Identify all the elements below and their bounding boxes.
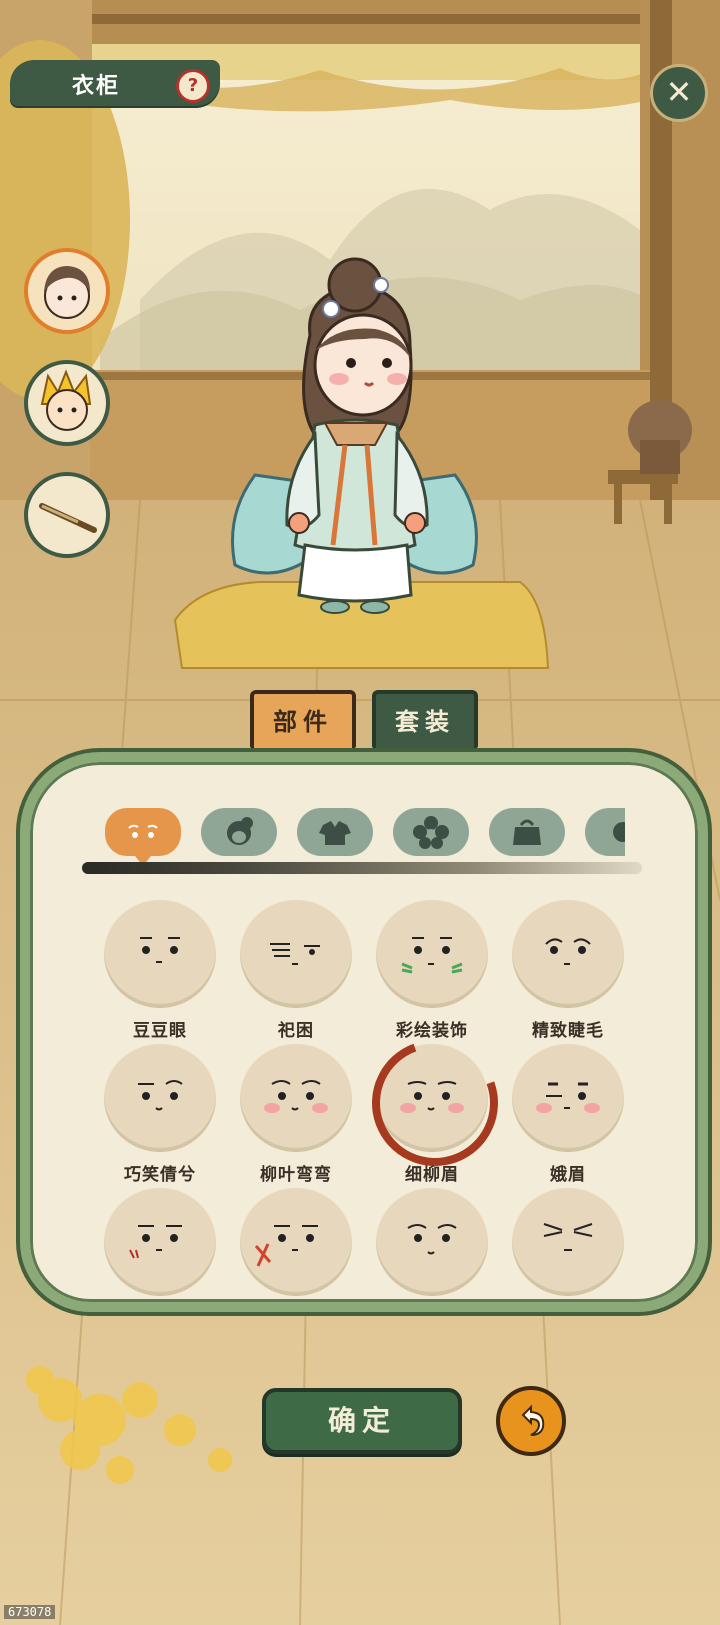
sword-icon (39, 503, 97, 533)
smiling-eyes-icon (138, 1080, 183, 1111)
item-face (512, 1044, 624, 1152)
item-1[interactable]: 祀困 (236, 900, 356, 1050)
page-title: 衣柜 (72, 73, 121, 99)
item-4[interactable]: 巧笑倩兮 (100, 1044, 220, 1194)
item-face (240, 900, 352, 1008)
monkey-king-portrait-icon (40, 369, 92, 431)
item-label: 祀困 (278, 1021, 314, 1041)
scar-cross-icon (254, 1225, 318, 1267)
item-label: 精致睫毛 (532, 1021, 604, 1041)
hairstyle-category-icon (227, 817, 253, 845)
category-divider (82, 862, 642, 874)
item-label: 娥眉 (550, 1165, 586, 1185)
fine-eyelashes-icon (545, 938, 591, 965)
moth-brows-icon (536, 1082, 600, 1113)
character-portrait (231, 257, 478, 614)
item-face (104, 1188, 216, 1296)
item-8[interactable] (100, 1188, 220, 1338)
sleepy-eyes-icon (270, 943, 320, 965)
weapon-slot[interactable] (24, 472, 110, 558)
category-tab-more[interactable] (585, 808, 625, 856)
item-face (240, 1188, 352, 1296)
undo-button[interactable] (496, 1386, 566, 1456)
squint-eyes-icon (543, 1223, 593, 1251)
tab-parts[interactable]: 部件 (250, 690, 356, 748)
category-tab-bag[interactable] (489, 808, 565, 856)
item-label: 彩绘装饰 (396, 1021, 468, 1041)
bag-category-icon (513, 819, 541, 845)
category-tab-row (105, 808, 625, 864)
tab-outfits[interactable]: 套装 (372, 690, 478, 748)
item-2[interactable]: 彩绘装饰 (372, 900, 492, 1050)
item-11[interactable] (508, 1188, 628, 1338)
game-scene: 衣柜 ? ✕ 部件 套装 豆豆眼 祀困 彩绘装饰 精致睫毛 巧笑倩兮 柳叶弯弯 … (0, 0, 720, 1625)
character-avatar-girl[interactable] (24, 248, 110, 334)
confirm-button[interactable]: 确定 (262, 1388, 462, 1454)
item-face (376, 1188, 488, 1296)
item-face (104, 1044, 216, 1152)
item-0[interactable]: 豆豆眼 (100, 900, 220, 1050)
item-5[interactable]: 柳叶弯弯 (236, 1044, 356, 1194)
girl-portrait-icon (44, 266, 90, 319)
more-category-icon (613, 822, 625, 842)
category-tab-clothes[interactable] (297, 808, 373, 856)
item-face (376, 900, 488, 1008)
item-7[interactable]: 娥眉 (508, 1044, 628, 1194)
item-label: 柳叶弯弯 (260, 1165, 332, 1185)
item-10[interactable] (372, 1188, 492, 1338)
item-label: 细柳眉 (405, 1165, 459, 1185)
item-9[interactable] (236, 1188, 356, 1338)
category-tab-accessory[interactable] (393, 808, 469, 856)
flower-accessory-category-icon (413, 816, 449, 849)
eyes-category-icon (128, 824, 158, 838)
item-6[interactable]: 细柳眉 (351, 1019, 519, 1194)
willow-leaf-eyes-icon (264, 1080, 328, 1113)
tired-eyes-icon (129, 1225, 182, 1259)
almond-eyes-icon (407, 1224, 457, 1255)
watermark-id: 673078 (4, 1605, 56, 1619)
item-3[interactable]: 精致睫毛 (508, 900, 628, 1050)
bean-eyes-icon (140, 937, 180, 963)
item-label: 豆豆眼 (133, 1021, 187, 1041)
close-button[interactable]: ✕ (650, 64, 708, 122)
item-face (512, 900, 624, 1008)
character-avatar-monkey[interactable] (24, 360, 110, 446)
item-label: 巧笑倩兮 (124, 1165, 196, 1185)
clothes-category-icon (319, 821, 351, 845)
help-button[interactable]: ? (176, 69, 210, 103)
painted-decoration-icon (401, 937, 463, 974)
category-tab-hair[interactable] (201, 808, 277, 856)
item-face (240, 1044, 352, 1152)
item-face (512, 1188, 624, 1296)
item-face (104, 900, 216, 1008)
category-tab-eyes[interactable] (105, 808, 181, 864)
undo-arrow-icon (521, 1404, 545, 1436)
wardrobe-title-bar: 衣柜 ? (10, 60, 220, 106)
